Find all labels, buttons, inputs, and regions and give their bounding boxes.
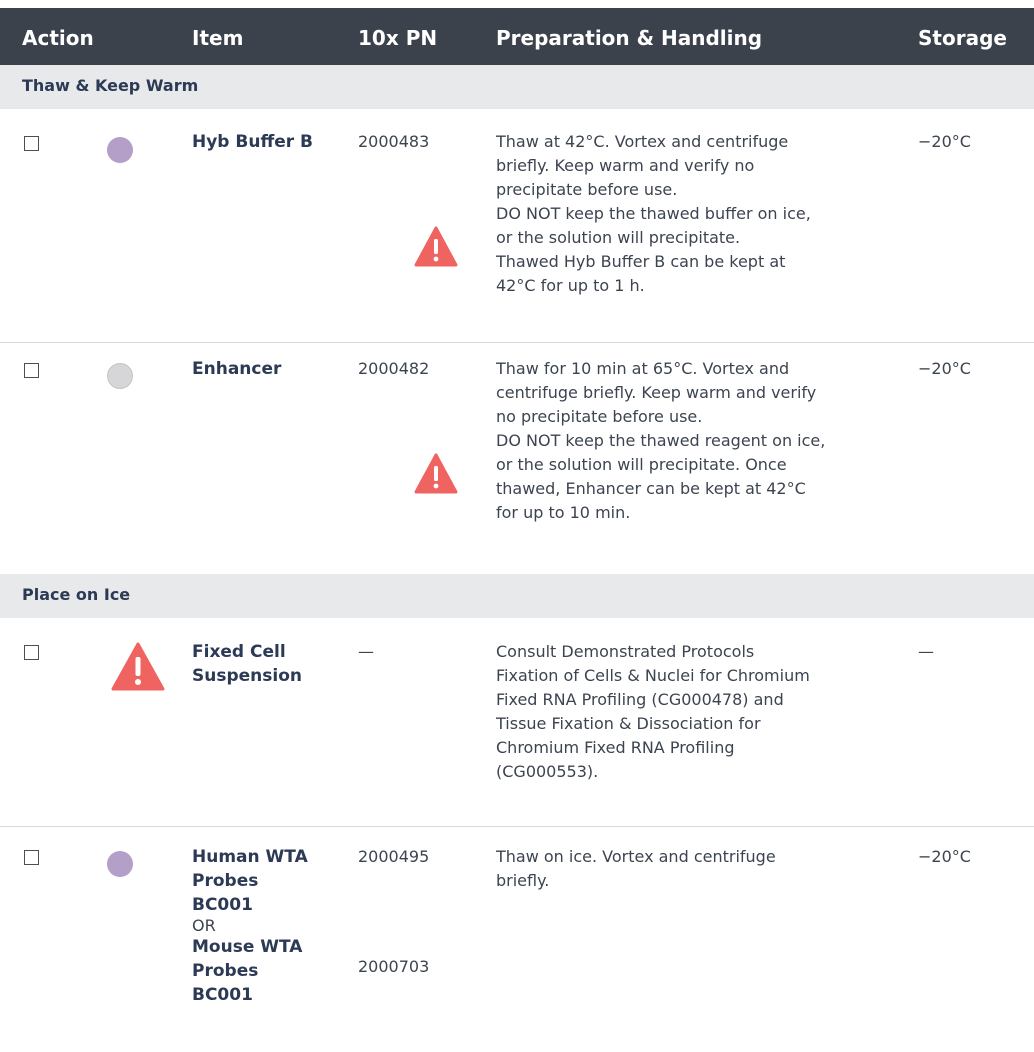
checkbox[interactable] <box>24 363 39 378</box>
prep-line: Fixation of Cells & Nuclei for Chromium <box>496 666 810 685</box>
gray-dot-icon <box>107 363 133 389</box>
storage-temp: — <box>918 642 934 661</box>
or-separator: OR <box>192 916 216 935</box>
prep-line: DO NOT keep the thawed buffer on ice, <box>496 204 811 223</box>
item-name: Human WTA Probes BC001 OR Mouse WTA Prob… <box>192 845 308 1007</box>
prep-line: centrifuge briefly. Keep warm and verify <box>496 383 817 402</box>
prep-line: briefly. Keep warm and verify no <box>496 156 755 175</box>
item-name: Fixed Cell Suspension <box>192 640 302 688</box>
prep-line: 42°C for up to 1 h. <box>496 276 645 295</box>
warning-icon <box>414 226 458 267</box>
prep-line: or the solution will precipitate. Once <box>496 455 787 474</box>
item-name: Hyb Buffer B <box>192 132 314 152</box>
header-pn: 10x PN <box>358 26 438 50</box>
row-divider <box>0 342 1034 343</box>
table-header: Action Item 10x PN Preparation & Handlin… <box>0 8 1034 65</box>
purple-dot-icon <box>107 137 133 163</box>
prep-line: Chromium Fixed RNA Profiling <box>496 738 735 757</box>
storage-temp: −20°C <box>918 847 971 866</box>
header-storage: Storage <box>918 26 1007 50</box>
preparation-text: Thaw on ice. Vortex and centrifuge brief… <box>496 845 776 893</box>
prep-line: thawed, Enhancer can be kept at 42°C <box>496 479 806 498</box>
prep-line: Thawed Hyb Buffer B can be kept at <box>496 252 786 271</box>
prep-line: Thaw at 42°C. Vortex and centrifuge <box>496 132 789 151</box>
prep-line: briefly. <box>496 871 550 890</box>
prep-line: no precipitate before use. <box>496 407 703 426</box>
warning-icon <box>414 453 458 494</box>
prep-line: or the solution will precipitate. <box>496 228 741 247</box>
item-name-line: Mouse WTA <box>192 937 303 957</box>
prep-line: Fixed RNA Profiling (CG000478) and <box>496 690 784 709</box>
header-prep: Preparation & Handling <box>496 26 763 50</box>
prep-line: precipitate before use. <box>496 180 678 199</box>
checkbox[interactable] <box>24 850 39 865</box>
prep-line: (CG000553). <box>496 762 599 781</box>
item-name-line: Fixed Cell <box>192 642 286 662</box>
item-name: Enhancer <box>192 359 282 379</box>
checkbox[interactable] <box>24 136 39 151</box>
prep-line: for up to 10 min. <box>496 503 631 522</box>
part-number: 2000483 <box>358 132 430 151</box>
prep-line: Tissue Fixation & Dissociation for <box>496 714 761 733</box>
part-number: 2000482 <box>358 359 430 378</box>
prep-line: DO NOT keep the thawed reagent on ice, <box>496 431 826 450</box>
part-number-alt: 2000703 <box>358 957 430 976</box>
section-thaw-keep-warm: Thaw & Keep Warm <box>0 65 1034 109</box>
item-name-line: Human WTA <box>192 847 308 867</box>
item-name-line: BC001 <box>192 985 253 1005</box>
preparation-text: Consult Demonstrated Protocols Fixation … <box>496 640 810 784</box>
section-title: Place on Ice <box>22 585 131 604</box>
part-number: 2000495 <box>358 847 430 866</box>
item-name-line: Probes <box>192 871 259 891</box>
header-item: Item <box>192 26 244 50</box>
preparation-text: Thaw for 10 min at 65°C. Vortex and cent… <box>496 357 825 525</box>
purple-dot-icon <box>107 851 133 877</box>
prep-line: Thaw on ice. Vortex and centrifuge <box>496 847 776 866</box>
prep-line: Thaw for 10 min at 65°C. Vortex and <box>496 359 790 378</box>
storage-temp: −20°C <box>918 132 971 151</box>
preparation-text: Thaw at 42°C. Vortex and centrifuge brie… <box>496 130 811 298</box>
storage-temp: −20°C <box>918 359 971 378</box>
prep-line: Consult Demonstrated Protocols <box>496 642 755 661</box>
header-action: Action <box>22 26 94 50</box>
section-title: Thaw & Keep Warm <box>22 76 199 95</box>
part-number: — <box>358 642 374 661</box>
item-name-line: BC001 <box>192 895 253 915</box>
row-divider <box>0 826 1034 827</box>
warning-icon <box>111 642 165 691</box>
section-place-on-ice: Place on Ice <box>0 574 1034 618</box>
item-name-line: Probes <box>192 961 259 981</box>
checkbox[interactable] <box>24 645 39 660</box>
item-name-line: Suspension <box>192 666 302 686</box>
